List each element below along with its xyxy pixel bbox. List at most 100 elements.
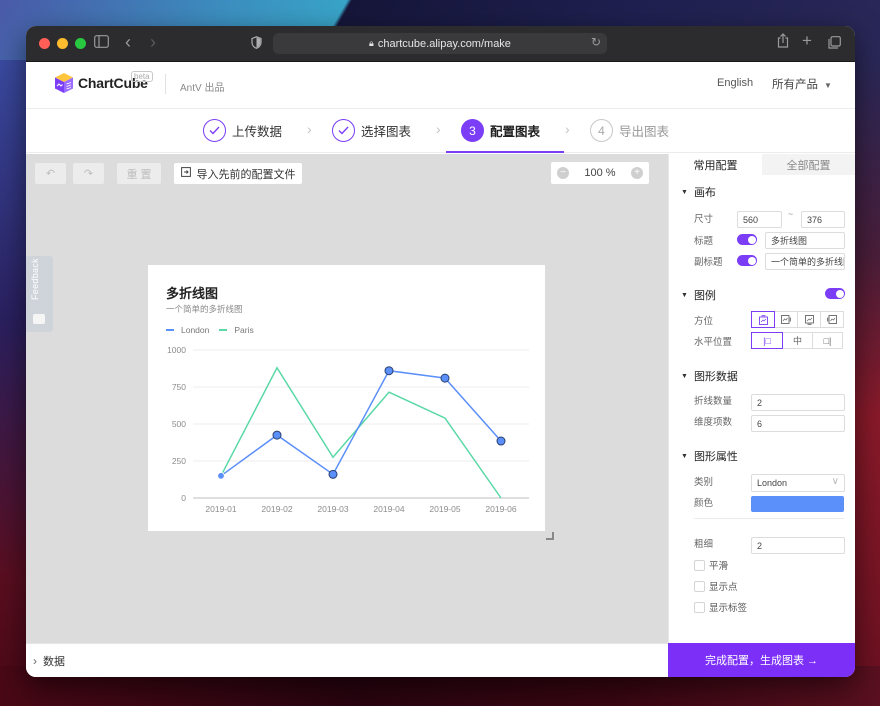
legend-position-bottom[interactable]	[797, 311, 821, 328]
line-width-label: 粗细	[694, 539, 714, 550]
redo-button[interactable]: ↷	[73, 163, 104, 184]
line-width-input[interactable]: 2	[751, 537, 845, 554]
data-point-london	[272, 430, 282, 440]
checkbox[interactable]	[694, 559, 705, 571]
redo-icon: ↷	[83, 168, 94, 180]
legend-right-icon	[781, 315, 791, 324]
size-separator: ~	[788, 209, 794, 219]
tab-all-config[interactable]: 全部配置	[762, 154, 855, 175]
legend-align-center[interactable]: 中	[782, 332, 813, 349]
feedback-tab[interactable]: Feedback	[26, 256, 53, 332]
import-config-button[interactable]: 导入先前的配置文件	[174, 163, 302, 184]
legend-align-right[interactable]: □|	[812, 332, 843, 349]
undo-button[interactable]: ↶	[35, 163, 66, 184]
category-select[interactable]: London ∨	[751, 474, 845, 492]
step-number: 4	[590, 119, 613, 142]
close-window-button[interactable]	[39, 38, 50, 49]
y-tick-label: 250	[172, 456, 186, 466]
title-label: 标题	[694, 236, 714, 247]
show-points-checkbox[interactable]: 显示点	[694, 579, 738, 593]
back-icon[interactable]: ‹	[125, 32, 131, 52]
data-panel-label: 数据	[43, 655, 65, 668]
legend-position-selector	[751, 311, 844, 328]
feedback-label: Feedback	[30, 258, 40, 300]
zoom-in-button[interactable]: +	[630, 167, 643, 179]
tab-common-config[interactable]: 常用配置	[669, 154, 762, 175]
undo-icon: ↶	[45, 168, 56, 180]
section-canvas[interactable]: ▼ 画布	[681, 184, 716, 200]
chartcube-logo-icon	[55, 73, 73, 93]
data-point-london	[217, 472, 225, 480]
section-canvas-title: 画布	[693, 187, 716, 199]
legend-position-right[interactable]	[774, 311, 798, 328]
x-tick-label: 2019-05	[429, 504, 460, 514]
all-products-menu[interactable]: 所有产品 ▼	[772, 76, 832, 92]
resize-handle[interactable]	[546, 532, 554, 540]
smooth-checkbox[interactable]: 平滑	[694, 558, 728, 572]
y-tick-label: 1000	[167, 345, 186, 355]
brand-logo[interactable]: ChartCube beta	[54, 71, 153, 94]
show-labels-checkbox[interactable]: 显示标签	[694, 600, 747, 614]
data-panel-toggle[interactable]: › 数据	[26, 643, 668, 677]
dimension-count-input[interactable]: 6	[751, 415, 845, 432]
chevron-right-icon: ›	[33, 653, 37, 668]
panel-divider	[694, 518, 844, 519]
address-bar[interactable]: 🔒︎ chartcube.alipay.com/make ↻	[273, 33, 607, 54]
legend-align-selector: |□ 中 □|	[751, 332, 843, 349]
subtitle-toggle[interactable]	[737, 255, 757, 266]
chart-workspace: ↶ ↷ 重 置 导入先前的配置文件 − 100 % + Feedback 多折线…	[26, 154, 668, 643]
new-tab-icon[interactable]: +	[802, 31, 812, 51]
legend-top-icon	[758, 314, 768, 325]
maximize-window-button[interactable]	[75, 38, 86, 49]
share-icon[interactable]	[777, 33, 789, 54]
show-labels-label: 显示标签	[709, 603, 748, 614]
header-divider	[165, 74, 166, 94]
step-select-chart[interactable]: 选择图表	[332, 119, 411, 142]
section-shape-props[interactable]: ▼ 图形属性	[681, 448, 738, 464]
browser-toolbar: ‹ › 🔒︎ chartcube.alipay.com/make ↻ +	[26, 26, 855, 62]
step-export-chart[interactable]: 4 导出图表	[590, 119, 669, 142]
chevron-right-icon: ›	[436, 121, 441, 137]
sidebar-toggle-icon[interactable]	[94, 34, 109, 54]
legend-position-left[interactable]	[820, 311, 844, 328]
chart-preview-card: 多折线图 一个简单的多折线图 London Paris 0 250 500 750 10…	[148, 265, 545, 531]
title-toggle[interactable]	[737, 234, 757, 245]
legend-align-left[interactable]: |□	[751, 332, 783, 349]
x-tick-label: 2019-01	[205, 504, 236, 514]
zoom-control: − 100 % +	[551, 162, 649, 184]
canvas-height-input[interactable]: 376	[801, 211, 845, 228]
caret-down-icon: ▼	[681, 452, 688, 460]
minimize-window-button[interactable]	[57, 38, 68, 49]
align-right-icon: □|	[823, 335, 832, 346]
canvas-width-input[interactable]: 560	[737, 211, 782, 228]
step-configure-chart[interactable]: 3 配置图表	[461, 119, 540, 142]
zoom-out-button[interactable]: −	[557, 167, 569, 179]
data-point-london	[384, 366, 394, 376]
privacy-shield-icon[interactable]	[251, 35, 262, 55]
smooth-label: 平滑	[709, 561, 729, 572]
checkbox[interactable]	[694, 580, 705, 592]
checkbox[interactable]	[694, 601, 705, 613]
line-count-input[interactable]: 2	[751, 394, 845, 411]
language-switch[interactable]: English	[717, 77, 753, 89]
data-point-london	[440, 373, 450, 383]
reset-button[interactable]: 重 置	[117, 163, 161, 184]
config-tabs: 常用配置 全部配置	[669, 154, 855, 175]
color-picker[interactable]	[751, 496, 844, 512]
subtitle-input[interactable]: 一个简单的多折线图	[765, 253, 845, 270]
title-input[interactable]: 多折线图	[765, 232, 845, 249]
legend-left-icon	[827, 315, 837, 324]
finish-config-button[interactable]: 完成配置，生成图表 →	[668, 643, 855, 677]
legend-position-top[interactable]	[751, 311, 775, 328]
forward-icon[interactable]: ›	[150, 32, 156, 52]
step-upload-data[interactable]: 上传数据	[203, 119, 282, 142]
tab-overview-icon[interactable]	[828, 35, 841, 55]
section-shape-data[interactable]: ▼ 图形数据	[681, 368, 738, 384]
check-icon	[203, 119, 226, 142]
legend-align-label: 水平位置	[694, 337, 733, 348]
caret-down-icon: ▼	[681, 188, 688, 196]
reload-icon[interactable]: ↻	[591, 35, 601, 49]
legend-toggle[interactable]	[825, 288, 845, 299]
y-tick-label: 0	[181, 493, 186, 503]
section-legend[interactable]: ▼ 图例	[681, 287, 716, 303]
